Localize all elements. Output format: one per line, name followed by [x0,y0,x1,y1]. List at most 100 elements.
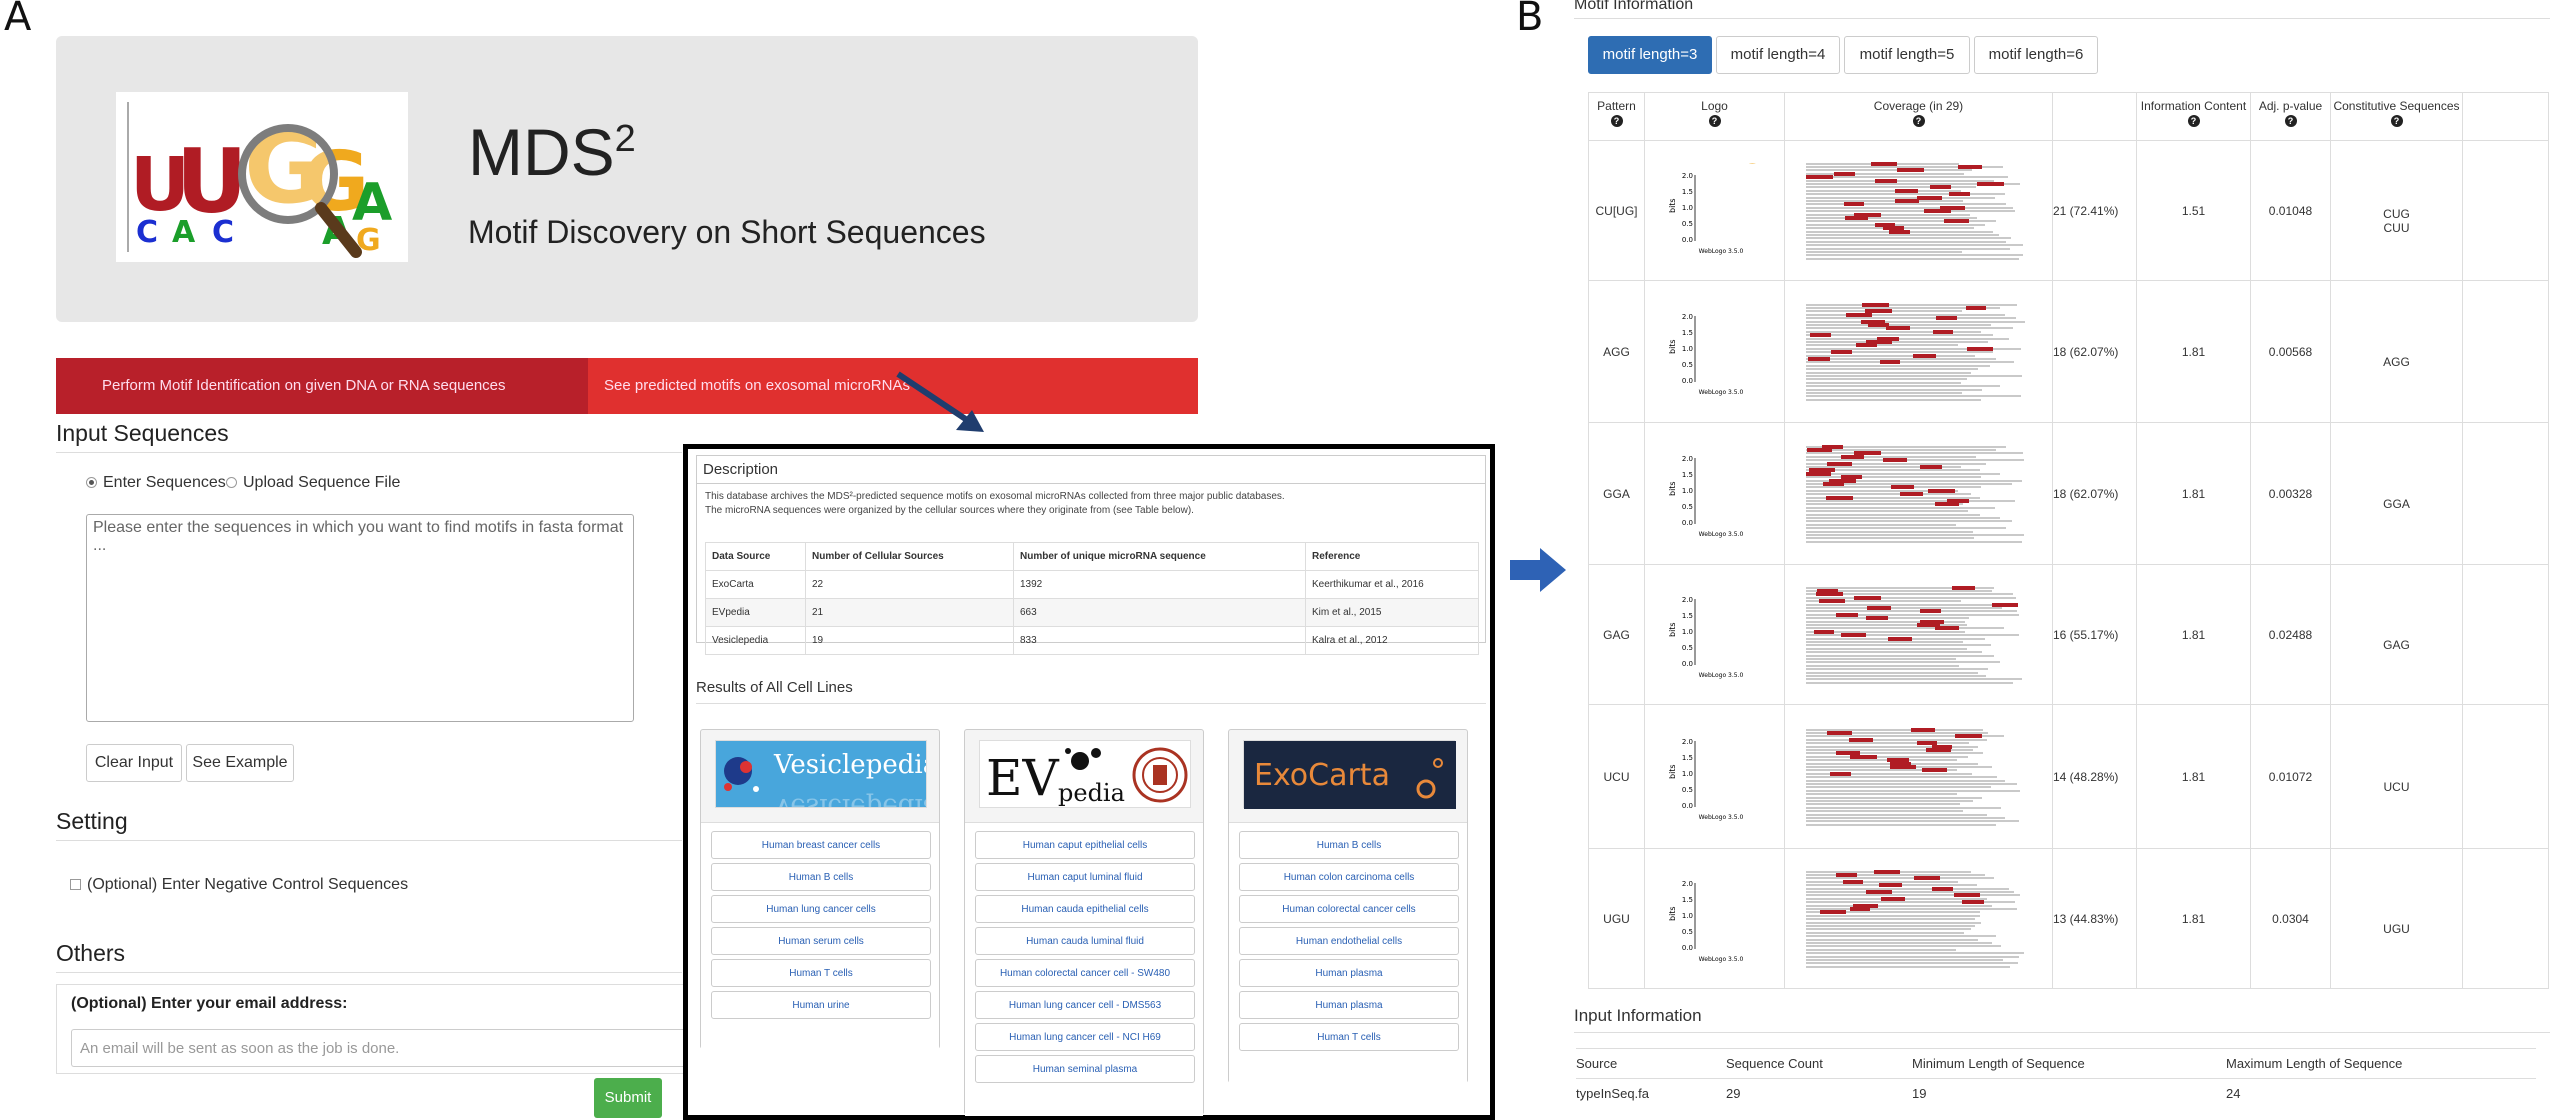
constitutive-sequence: CUG [2383,206,2410,221]
help-icon[interactable]: ? [2390,115,2403,127]
cell-line-link[interactable]: Human endothelial cells [1239,927,1459,955]
cell-line-link[interactable]: Human colon carcinoma cells [1239,863,1459,891]
negative-control-checkbox[interactable]: (Optional) Enter Negative Control Sequen… [70,876,408,894]
logo-tick-label: 0.0 [1681,944,1692,952]
cell-line-link[interactable]: Human colorectal cancer cells [1239,895,1459,923]
sequence-line [1805,935,1996,938]
tab-predicted-motifs[interactable]: See predicted motifs on exosomal microRN… [604,358,910,414]
cell-line-link[interactable]: Human T cells [711,959,931,987]
table-cell: typeInSeq.fa [1576,1078,1726,1109]
motif-occurrence-mark [1815,592,1843,597]
cell-line-link[interactable]: Human cauda epithelial cells [975,895,1195,923]
motif-occurrence-mark [1849,906,1870,911]
col-pvalue-label: Adj. p-value [2258,99,2323,113]
table-row: Vesiclepedia 19 833 Kalra et al., 2012 [705,626,1479,655]
cell-line-link[interactable]: Human B cells [1239,831,1459,859]
help-icon[interactable]: ? [2187,115,2200,127]
cell-line-link[interactable]: Human cauda luminal fluid [975,927,1195,955]
pattern-text: UCU [1603,769,1630,784]
cell-line-link[interactable]: Human T cells [1239,1023,1459,1051]
cell-line-link[interactable]: Human colorectal cancer cell - SW480 [975,959,1195,987]
col-ic-label: Information Content [2140,99,2247,113]
table-cell: 663 [1013,598,1306,627]
sequence-line [1805,873,1985,876]
pvalue-text: 0.02488 [2268,627,2313,642]
sequence-line [1805,313,2005,316]
submit-button[interactable]: Submit [594,1078,662,1118]
sequence-line [1805,952,2024,955]
logo-tick-label: 1.5 [1681,188,1692,196]
constitutive-cell: GAG [2330,564,2463,705]
motif-occurrence-mark [1866,605,1891,610]
cell-line-link[interactable]: Human urine [711,991,931,1019]
sequence-line [1805,371,1971,374]
cell-line-link[interactable]: Human lung cancer cell - NCI H69 [975,1023,1195,1051]
cell-line-link[interactable]: Human plasma [1239,959,1459,987]
cell-line-link[interactable]: Human plasma [1239,991,1459,1019]
clear-input-button[interactable]: Clear Input [86,744,182,782]
radio-upload-file[interactable]: Upload Sequence File [226,474,400,492]
logo-tick-label: 1.5 [1681,612,1692,620]
tab-perform-label[interactable]: Perform Motif Identification on given DN… [102,358,506,414]
table-cell: 1392 [1013,570,1306,599]
constitutive-sequence: CUU [2383,220,2410,235]
help-icon[interactable]: ? [1610,115,1623,127]
coverage-plot [1805,869,2032,969]
motif-occurrence-mark [1840,454,1864,459]
coverage-count-cell: 21 (72.41%) [2052,140,2137,281]
tab-motif-length-6[interactable]: motif length=6 [1974,36,2098,74]
pattern-text: UGU [1603,911,1630,926]
sequence-line [1805,671,1978,674]
cell-line-link[interactable]: Human serum cells [711,927,931,955]
radio-enter-sequences[interactable]: Enter Sequences [86,474,226,492]
logo-tick-label: 1.5 [1681,754,1692,762]
sequence-input[interactable]: Please enter the sequences in which you … [86,514,634,722]
pattern-text: CU[UG] [1595,203,1638,218]
help-icon[interactable]: ? [1912,115,1925,127]
setting-heading: Setting [56,808,128,834]
sequence-line [1805,527,2006,530]
pattern-cell: GGA [1588,422,1645,565]
description-line-2: The microRNA sequences were organized by… [705,505,1194,516]
vesiclepedia-logo-text: Vesiclepedia [773,750,927,780]
motif-occurrence-mark [1879,360,1900,365]
ic-text: 1.51 [2181,203,2206,218]
tab-motif-length-5[interactable]: motif length=5 [1844,36,1970,74]
sequence-line [1805,540,2022,543]
cell-line-link[interactable]: Human seminal plasma [975,1055,1195,1083]
motif-occurrence-mark [1878,883,1902,888]
cell-line-link[interactable]: Human caput luminal fluid [975,863,1195,891]
pattern-cell: CU[UG] [1588,140,1645,281]
sequence-line [1805,644,1991,647]
motif-occurrence-mark [1961,900,1984,905]
ic-text: 1.81 [2181,911,2206,926]
tab-motif-length-3[interactable]: motif length=3 [1588,36,1712,74]
exocarta-panel: ExoCarta Human B cells Human colon carci… [1228,729,1468,1084]
motif-occurrence-mark [1913,876,1940,881]
coverage-cell [1784,564,2053,705]
tab-motif-length-4[interactable]: motif length=4 [1716,36,1840,74]
logo-tick-label: 0.5 [1681,786,1692,794]
motif-occurrence-mark [1890,485,1914,490]
cell-line-link[interactable]: Human lung cancer cell - DMS563 [975,991,1195,1019]
sequence-line [1805,395,2021,398]
help-icon[interactable]: ? [1708,115,1721,127]
sequence-line [1805,513,1980,516]
mds2-logo: U U G G A C A C A G [116,92,408,262]
sequence-line [1805,657,1956,660]
cell-line-link[interactable]: Human lung cancer cells [711,895,931,923]
sequence-line [1805,793,1957,796]
email-input[interactable]: An email will be sent as soon as the job… [71,1029,687,1067]
logo-ylabel: bits [1668,198,1677,213]
help-icon[interactable]: ? [2284,115,2297,127]
cell-line-link[interactable]: Human caput epithelial cells [975,831,1195,859]
ic-text: 1.81 [2181,769,2206,784]
cell-line-link[interactable]: Human B cells [711,863,931,891]
cell-line-link[interactable]: Human breast cancer cells [711,831,931,859]
sequence-line [1805,374,2022,377]
logo-cell: 2.01.51.00.50.0bitsGGAWebLogo 3.5.0 [1644,422,1785,565]
ic-cell: 1.81 [2136,422,2251,565]
see-example-button[interactable]: See Example [186,744,294,782]
sequence-line [1805,941,1992,944]
sequence-line [1805,806,2001,809]
